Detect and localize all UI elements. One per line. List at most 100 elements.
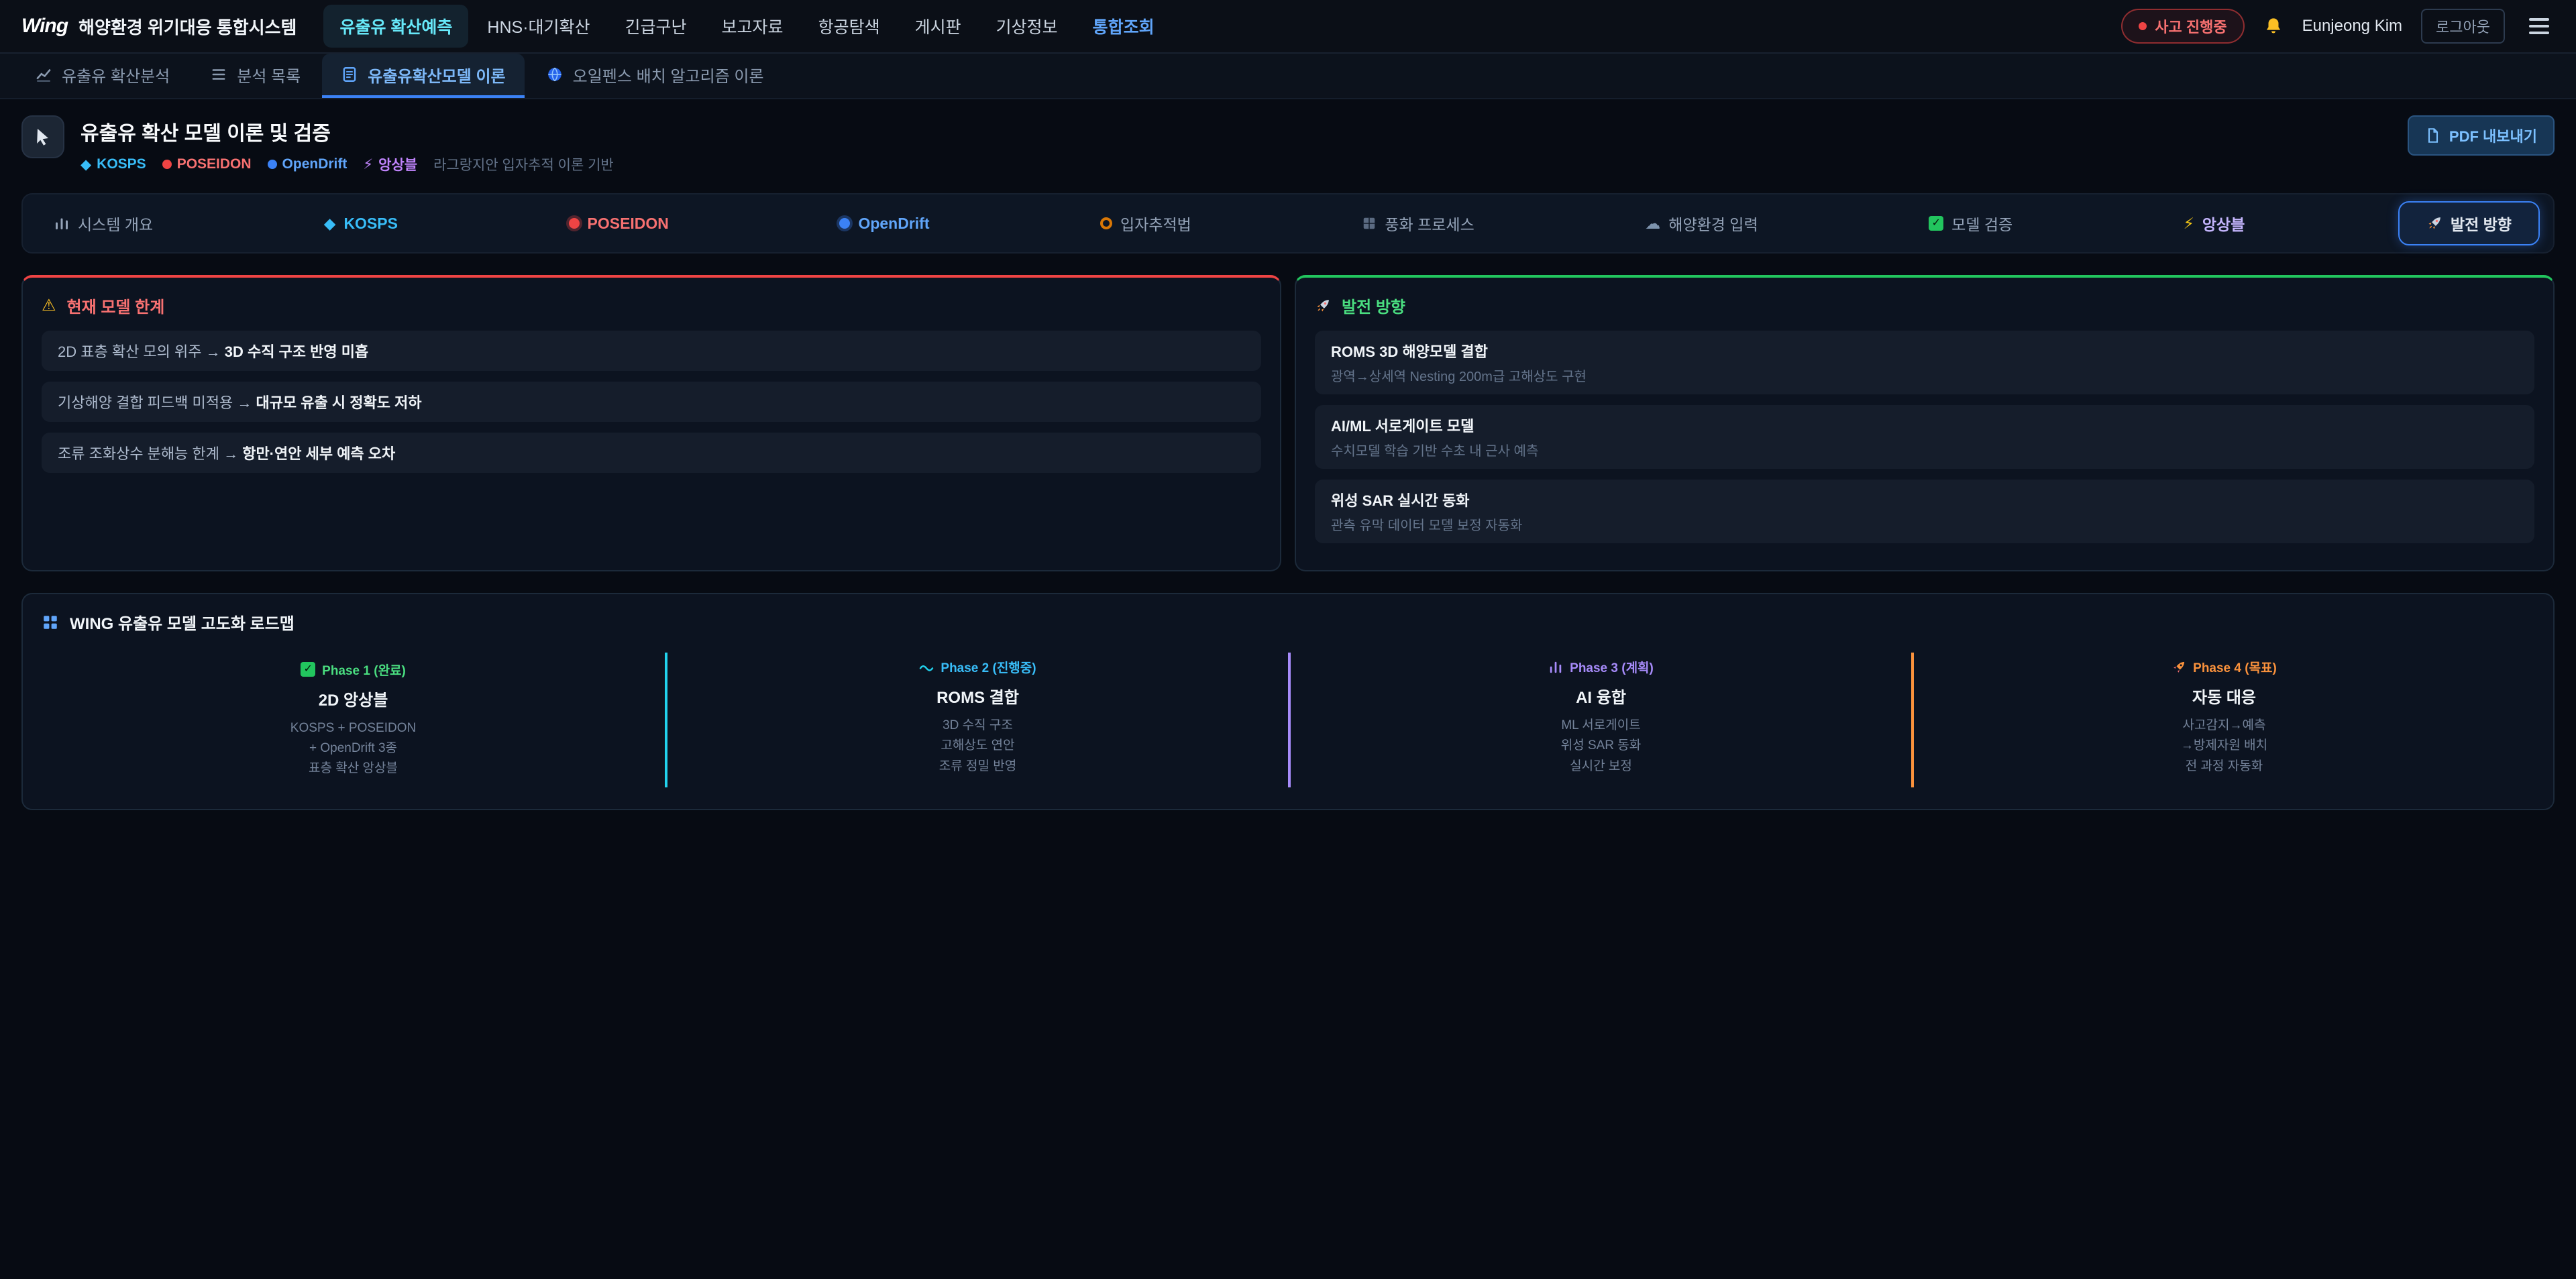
rocket-icon	[1315, 298, 1331, 314]
section-item-future-direction[interactable]: 발전 방향	[2398, 201, 2540, 245]
roadmap-phase-2: Phase 2 (진행중) ROMS 결합 3D 수직 구조 고해상도 연안 조…	[665, 653, 1288, 787]
panels-row: ⚠ 현재 모델 한계 2D 표층 확산 모의 위주 → 3D 수직 구조 반영 …	[21, 275, 2555, 571]
nav-item-reports[interactable]: 보고자료	[706, 5, 800, 48]
section-item-label: 풍화 프로세스	[1385, 212, 1474, 235]
hamburger-menu-icon[interactable]	[2524, 13, 2555, 40]
roadmap-phases: ✓ Phase 1 (완료) 2D 앙상블 KOSPS + POSEIDON +…	[42, 653, 2534, 787]
page-header: 유출유 확산 모델 이론 및 검증 ◆ KOSPS POSEIDON OpenD…	[21, 115, 2555, 174]
phase-label-text: Phase 2 (진행중)	[941, 658, 1036, 676]
section-item-particle-tracking[interactable]: 입자추적법	[1083, 203, 1209, 244]
page-meta: ◆ KOSPS POSEIDON OpenDrift ⚡ 앙상블 라그랑지안 입…	[80, 154, 614, 174]
tab-label: 오일펜스 배치 알고리즘 이론	[573, 63, 764, 87]
main-content: 유출유 확산 모델 이론 및 검증 ◆ KOSPS POSEIDON OpenD…	[0, 99, 2576, 842]
badge-label: POSEIDON	[177, 156, 252, 172]
tab-spread-analysis[interactable]: 유출유 확산분석	[16, 54, 189, 98]
incident-status-badge[interactable]: 사고 진행중	[2121, 9, 2244, 44]
pdf-export-button[interactable]: PDF 내보내기	[2408, 115, 2555, 156]
section-item-label: OpenDrift	[858, 215, 929, 233]
limitation-item: 기상해양 결합 피드백 미적용 → 대규모 유출 시 정확도 저하	[42, 382, 1261, 422]
wing-logo: Wing	[21, 15, 68, 38]
bar-chart-icon	[54, 215, 70, 231]
section-item-ensemble[interactable]: ⚡ 앙상블	[2166, 203, 2263, 244]
direction-item: ROMS 3D 해양모델 결합 광역→상세역 Nesting 200m급 고해상…	[1315, 331, 2534, 394]
section-item-opendrift[interactable]: OpenDrift	[822, 205, 947, 242]
section-item-kosps[interactable]: ◆ KOSPS	[307, 205, 415, 242]
phase-line: 사고감지→예측	[1927, 716, 2521, 736]
direction-desc: 관측 유막 데이터 모델 보정 자동화	[1331, 514, 2518, 534]
blue-dot-icon	[839, 218, 850, 229]
nav-item-hns-atmospheric[interactable]: HNS·대기확산	[471, 5, 606, 48]
pdf-document-icon	[2425, 127, 2441, 144]
limitation-prefix: 2D 표층 확산 모의 위주 →	[58, 343, 225, 360]
tab-oilfence-algorithm-theory[interactable]: 오일펜스 배치 알고리즘 이론	[527, 54, 783, 98]
logout-button[interactable]: 로그아웃	[2421, 9, 2505, 44]
phase-line: →방제자원 배치	[1927, 736, 2521, 756]
cursor-arrow-icon	[32, 126, 54, 148]
phase-3-label: Phase 3 (계획)	[1548, 658, 1654, 676]
tab-analysis-list[interactable]: 분석 목록	[191, 54, 319, 98]
direction-title: ROMS 3D 해양모델 결합	[1331, 340, 2518, 362]
main-nav: 유출유 확산예측 HNS·대기확산 긴급구난 보고자료 항공탐색 게시판 기상정…	[323, 5, 1170, 48]
nav-item-emergency-rescue[interactable]: 긴급구난	[609, 5, 703, 48]
direction-title: AI/ML 서로게이트 모델	[1331, 414, 2518, 436]
section-item-weathering-process[interactable]: 풍화 프로세스	[1344, 203, 1491, 244]
lightning-icon: ⚡	[2184, 216, 2194, 231]
limitation-item: 2D 표층 확산 모의 위주 → 3D 수직 구조 반영 미흡	[42, 331, 1261, 371]
roadmap-phase-1: ✓ Phase 1 (완료) 2D 앙상블 KOSPS + POSEIDON +…	[42, 653, 665, 787]
particle-ring-icon	[1100, 217, 1112, 229]
limitation-prefix: 조류 조화상수 분해능 한계 →	[58, 445, 242, 462]
current-model-limitations-panel: ⚠ 현재 모델 한계 2D 표층 확산 모의 위주 → 3D 수직 구조 반영 …	[21, 275, 1281, 571]
nav-item-aerial-search[interactable]: 항공탐색	[802, 5, 896, 48]
section-item-system-overview[interactable]: 시스템 개요	[36, 203, 170, 244]
poseidon-badge: POSEIDON	[162, 156, 252, 172]
ai-chart-icon	[1548, 660, 1563, 675]
phase-line: 3D 수직 구조	[681, 716, 1275, 736]
directions-title-label: 발전 방향	[1342, 294, 1405, 317]
phase-line: 실시간 보정	[1304, 757, 1898, 777]
roadmap-title-label: WING 유출유 모델 고도화 로드맵	[70, 610, 294, 634]
nav-item-integrated-search[interactable]: 통합조회	[1077, 5, 1171, 48]
badge-label: OpenDrift	[282, 156, 347, 172]
diamond-icon: ◆	[80, 158, 91, 172]
limitations-panel-title: ⚠ 현재 모델 한계	[42, 294, 1261, 317]
page-subtitle: 라그랑지안 입자추적 이론 기반	[433, 154, 614, 174]
page-title: 유출유 확산 모델 이론 및 검증	[80, 117, 614, 146]
app-brand[interactable]: Wing 해양환경 위기대응 통합시스템	[21, 14, 297, 39]
red-dot-icon	[162, 160, 172, 169]
rocket-icon	[2426, 215, 2443, 231]
section-item-poseidon[interactable]: POSEIDON	[551, 205, 686, 242]
phase-title: 자동 대응	[1927, 684, 2521, 708]
section-item-model-validation[interactable]: ✓ 모델 검증	[1911, 203, 2030, 244]
wave-icon	[919, 660, 934, 675]
phase-title: ROMS 결합	[681, 684, 1275, 708]
section-item-ocean-env-input[interactable]: ☁ 해양환경 입력	[1627, 203, 1775, 244]
phase-label-text: Phase 1 (완료)	[322, 661, 406, 679]
cloud-icon: ☁	[1645, 216, 1660, 231]
directions-panel-title: 발전 방향	[1315, 294, 2534, 317]
ensemble-badge: ⚡ 앙상블	[363, 154, 417, 174]
page-header-text: 유출유 확산 모델 이론 및 검증 ◆ KOSPS POSEIDON OpenD…	[80, 115, 614, 174]
future-directions-panel: 발전 방향 ROMS 3D 해양모델 결합 광역→상세역 Nesting 200…	[1295, 275, 2555, 571]
phase-line: + OpenDrift 3종	[55, 738, 651, 759]
line-chart-icon	[35, 66, 52, 83]
lightning-icon: ⚡	[363, 158, 373, 172]
section-nav: 시스템 개요 ◆ KOSPS POSEIDON OpenDrift 입자추적법	[21, 193, 2555, 254]
list-icon	[210, 66, 227, 83]
nav-item-board[interactable]: 게시판	[899, 5, 977, 48]
phase-line: 고해상도 연안	[681, 736, 1275, 756]
direction-item: AI/ML 서로게이트 모델 수치모델 학습 기반 수초 내 근사 예측	[1315, 405, 2534, 469]
nav-item-weather-info[interactable]: 기상정보	[980, 5, 1074, 48]
limitation-bold: 항만·연안 세부 예측 오차	[242, 445, 395, 462]
grid-square-icon	[1362, 216, 1377, 231]
tab-spread-model-theory[interactable]: 유출유확산모델 이론	[322, 54, 524, 98]
section-item-label: POSEIDON	[588, 215, 669, 233]
red-dot-icon	[569, 218, 580, 229]
section-item-label: 모델 검증	[1951, 212, 2012, 235]
roadmap-title: WING 유출유 모델 고도화 로드맵	[42, 610, 2534, 634]
section-item-label: 입자추적법	[1120, 212, 1191, 235]
globe-icon	[546, 66, 564, 83]
badge-label: 앙상블	[378, 154, 417, 174]
notification-bell-icon[interactable]	[2263, 16, 2284, 36]
nav-item-oil-spill-prediction[interactable]: 유출유 확산예측	[323, 5, 468, 48]
kosps-badge: ◆ KOSPS	[80, 156, 146, 172]
